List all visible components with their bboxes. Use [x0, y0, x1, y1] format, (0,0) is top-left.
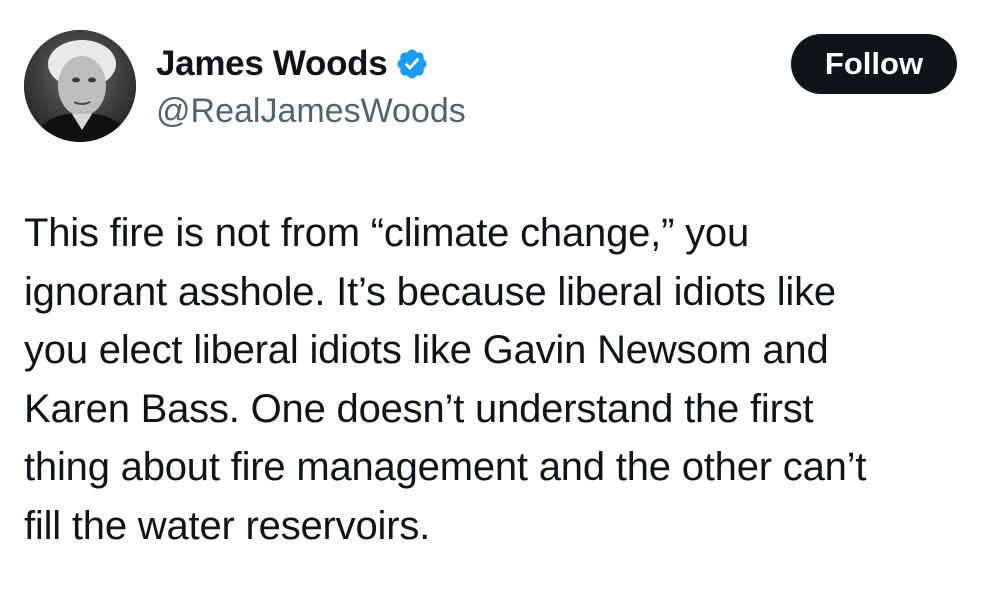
tweet-text-line: fill the water reservoirs. [24, 503, 431, 548]
author-handle[interactable]: @RealJamesWoods [156, 92, 466, 131]
tweet-text: This fire is not from “climate change,” … [24, 204, 974, 555]
display-name[interactable]: James Woods [156, 44, 388, 84]
avatar-image [24, 30, 136, 142]
tweet-text-line: you elect liberal idiots like Gavin News… [24, 328, 829, 372]
verified-badge-icon[interactable] [395, 47, 429, 81]
tweet-text-line: This fire is not from “climate change,” … [24, 211, 749, 255]
tweet-text-line: Karen Bass. One doesn’t understand the f… [24, 386, 814, 431]
avatar[interactable] [24, 30, 136, 142]
tweet-text-line: ignorant asshole. It’s because liberal i… [24, 269, 836, 314]
follow-button[interactable]: Follow [791, 34, 957, 94]
tweet-text-line: thing about fire management and the othe… [24, 445, 867, 489]
tweet-card: James Woods @RealJamesWoods Follow This … [0, 0, 1000, 606]
author-name-row[interactable]: James Woods [156, 42, 429, 86]
